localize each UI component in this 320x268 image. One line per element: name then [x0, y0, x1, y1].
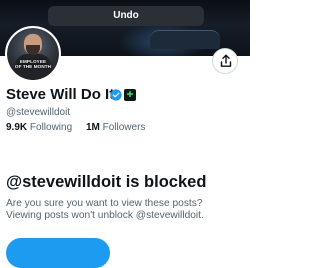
avatar-caption: EMPLOYEE OF THE MONTH — [7, 59, 59, 70]
avatar-photo: EMPLOYEE OF THE MONTH — [7, 28, 59, 80]
following-label: Following — [29, 122, 73, 133]
followers-label: Followers — [102, 122, 146, 133]
avatar-caption-line2: OF THE MONTH — [14, 64, 52, 70]
affiliate-badge-icon[interactable]: ✚ — [124, 89, 136, 101]
followers-count: 1M — [85, 122, 100, 133]
blocked-message-line1: Are you sure you want to view these post… — [6, 198, 203, 209]
followers-link[interactable]: 1M Followers — [86, 121, 145, 135]
profile-stats: 9.9K Following 1M Followers — [6, 121, 156, 135]
blocked-title: @stevewilldoit is blocked — [6, 173, 207, 191]
profile-handle: @stevewilldoit — [6, 107, 71, 118]
avatar[interactable]: EMPLOYEE OF THE MONTH — [5, 26, 61, 82]
banner-car-image — [150, 30, 220, 49]
share-upload-icon — [220, 54, 232, 67]
display-name: Steve Will Do It — [6, 86, 115, 103]
blocked-message-line2: Viewing posts won't unblock @stevewilldo… — [6, 210, 204, 221]
share-button[interactable] — [212, 48, 238, 74]
following-link[interactable]: 9.9K Following — [6, 121, 72, 135]
verified-check-icon[interactable] — [110, 89, 122, 101]
blocked-message: Are you sure you want to view these post… — [6, 198, 246, 222]
undo-button[interactable]: Undo — [48, 6, 204, 26]
view-posts-button[interactable] — [6, 238, 110, 268]
following-count: 9.9K — [6, 122, 28, 133]
